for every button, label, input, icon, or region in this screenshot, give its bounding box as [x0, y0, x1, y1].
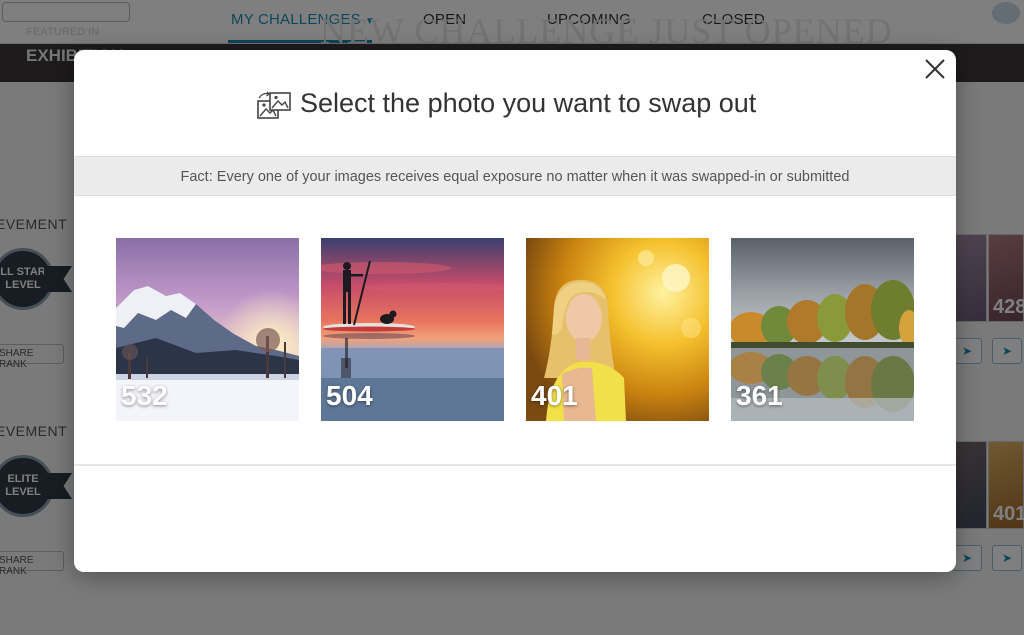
close-icon	[925, 59, 945, 79]
swap-photo-modal: Select the photo you want to swap out Fa…	[74, 50, 956, 572]
fact-bar: Fact: Every one of your images receives …	[74, 156, 956, 196]
vote-count: 361	[736, 380, 783, 411]
photo-card-mountain[interactable]: 532	[116, 238, 299, 421]
vote-count: 504	[326, 380, 373, 411]
photo-grid: 532 504 401 361	[74, 196, 956, 464]
vote-count: 532	[121, 380, 168, 411]
photo-card-portrait[interactable]: 401	[526, 238, 709, 421]
photo-card-lake[interactable]: 361	[731, 238, 914, 421]
vote-count: 401	[531, 380, 578, 411]
swap-photo-icon	[255, 90, 295, 122]
close-button[interactable]	[922, 56, 948, 82]
fact-text: Fact: Every one of your images receives …	[180, 169, 850, 185]
modal-header: Select the photo you want to swap out	[74, 50, 956, 156]
photo-card-paddleboard[interactable]: 504	[321, 238, 504, 421]
modal-divider	[74, 464, 956, 466]
modal-title: Select the photo you want to swap out	[300, 88, 757, 118]
